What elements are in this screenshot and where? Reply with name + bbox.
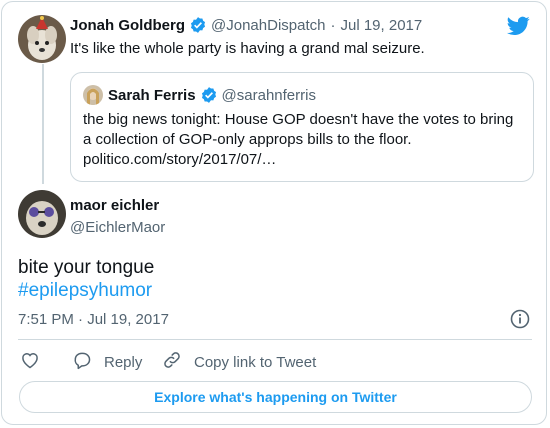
quoted-handle: @sarahnferris — [221, 86, 316, 104]
hashtag-link[interactable]: #epilepsyhumor — [18, 279, 152, 303]
reply-label: Reply — [104, 353, 143, 371]
sarah-avatar — [83, 85, 103, 105]
reply-icon — [72, 350, 104, 374]
quoted-tweet-link[interactable]: politico.com/story/2017/07/… — [83, 151, 276, 168]
verified-badge-icon — [189, 16, 207, 34]
divider — [18, 339, 532, 340]
parent-date[interactable]: Jul 19, 2017 — [340, 17, 422, 34]
tweet-embed-card: Jonah Goldberg @JonahDispatch · Jul 19, … — [1, 1, 547, 425]
copy-link-icon — [162, 350, 194, 374]
parent-handle[interactable]: @JonahDispatch — [211, 17, 325, 34]
maor-avatar[interactable] — [18, 190, 66, 238]
quoted-tweet-body: the big news tonight: House GOP doesn't … — [83, 111, 514, 148]
copy-link-label: Copy link to Tweet — [194, 353, 317, 371]
main-author-handle[interactable]: @EichlerMaor — [70, 219, 165, 236]
header-separator: · — [330, 16, 336, 34]
parent-tweet-header: Jonah Goldberg @JonahDispatch · Jul 19, … — [70, 16, 422, 34]
main-author-name[interactable]: maor eichler — [70, 197, 159, 214]
quoted-tweet-text: the big news tonight: House GOP doesn't … — [83, 110, 523, 170]
parent-author-name[interactable]: Jonah Goldberg — [70, 17, 185, 34]
tweet-timestamp[interactable]: 7:51 PM · Jul 19, 2017 — [18, 311, 169, 328]
thread-connector-line — [42, 64, 44, 184]
explore-twitter-button[interactable]: Explore what's happening on Twitter — [19, 381, 532, 413]
info-icon[interactable] — [510, 309, 530, 334]
verified-badge-icon — [200, 86, 218, 104]
reply-button[interactable]: Reply — [72, 350, 142, 374]
heart-icon — [20, 350, 52, 374]
quoted-author-name: Sarah Ferris — [108, 86, 196, 104]
parent-tweet-text: It's like the whole party is having a gr… — [70, 40, 425, 57]
quoted-tweet[interactable]: Sarah Ferris @sarahnferris the big news … — [70, 72, 534, 182]
quoted-tweet-header: Sarah Ferris @sarahnferris — [108, 86, 316, 104]
main-tweet-text: bite your tongue — [18, 257, 155, 278]
twitter-bird-icon[interactable] — [507, 16, 530, 41]
jonah-avatar[interactable] — [18, 15, 66, 63]
copy-link-button[interactable]: Copy link to Tweet — [162, 350, 316, 374]
like-button[interactable] — [20, 350, 52, 374]
